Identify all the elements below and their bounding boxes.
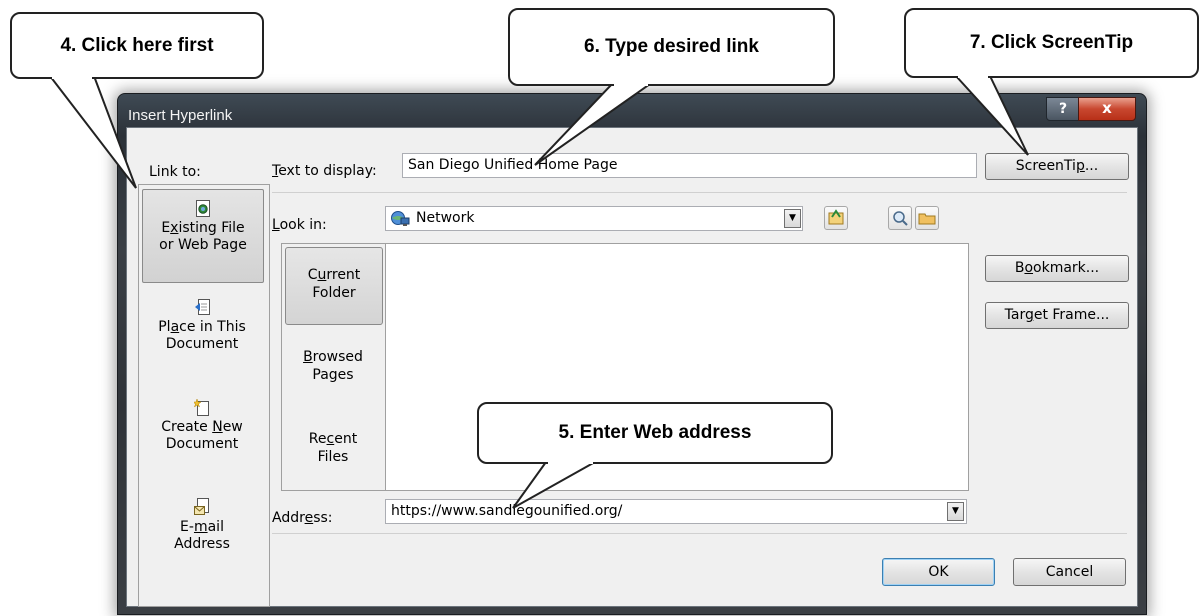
callout-joint [614, 80, 648, 86]
address-value: https://www.sandiegounified.org/ [391, 503, 623, 519]
address-input[interactable]: https://www.sandiegounified.org/ ▼ [385, 499, 967, 524]
bookmark-button[interactable]: Bookmark... [985, 255, 1129, 282]
link-to-create-new-document[interactable]: Create New Document [142, 392, 262, 472]
link-to-email-address[interactable]: E-mail Address [142, 492, 262, 572]
callout-joint [52, 73, 92, 79]
open-folder-icon[interactable] [915, 206, 939, 230]
link-to-label: Link to: [149, 164, 201, 180]
callout-joint [958, 72, 988, 78]
address-dropdown-arrow[interactable]: ▼ [947, 502, 964, 521]
look-in-select[interactable]: Network ▼ [385, 206, 803, 231]
screentip-button[interactable]: ScreenTip... [985, 153, 1129, 180]
browse-web-icon[interactable] [824, 206, 848, 230]
folder-tabs-panel: Current Folder Browsed Pages Recent File… [281, 243, 387, 491]
new-document-icon [192, 398, 210, 416]
tab-recent-files[interactable]: Recent Files [285, 422, 381, 472]
address-label: Address: [272, 510, 333, 526]
place-in-document-icon [194, 299, 210, 316]
link-to-sidebar: Existing File or Web Page Place in This … [138, 184, 270, 607]
dialog-body: Link to: Existing File or Web Page Place… [126, 127, 1138, 607]
link-to-place-in-document[interactable]: Place in This Document [142, 293, 262, 373]
look-in-label: Look in: [272, 217, 327, 233]
callout-step4: 4. Click here first [10, 12, 264, 79]
separator [272, 533, 1127, 534]
callout-joint [548, 458, 593, 464]
insert-hyperlink-window: Insert Hyperlink ? x Link to: Existing F… [117, 93, 1147, 615]
callout-step5: 5. Enter Web address [477, 402, 833, 464]
tab-browsed-pages[interactable]: Browsed Pages [285, 342, 381, 392]
separator [272, 192, 1127, 193]
network-icon [390, 210, 410, 235]
ok-button[interactable]: OK [882, 558, 995, 586]
search-web-icon[interactable] [888, 206, 912, 230]
look-in-value: Network [416, 210, 475, 226]
text-to-display-label: Text to display: [272, 163, 377, 179]
help-button[interactable]: ? [1046, 97, 1080, 121]
look-in-dropdown-arrow[interactable]: ▼ [784, 209, 801, 228]
email-icon [194, 498, 210, 516]
window-title: Insert Hyperlink [128, 107, 233, 124]
cancel-button[interactable]: Cancel [1013, 558, 1126, 586]
web-page-icon [196, 200, 210, 217]
close-button[interactable]: x [1078, 97, 1136, 121]
callout-step6: 6. Type desired link [508, 8, 835, 86]
link-to-existing-file-web-page[interactable]: Existing File or Web Page [142, 189, 264, 283]
target-frame-button[interactable]: Target Frame... [985, 302, 1129, 329]
callout-step7: 7. Click ScreenTip [904, 8, 1199, 78]
tab-current-folder[interactable]: Current Folder [285, 247, 383, 325]
text-to-display-input[interactable]: San Diego Unified Home Page [402, 153, 977, 178]
